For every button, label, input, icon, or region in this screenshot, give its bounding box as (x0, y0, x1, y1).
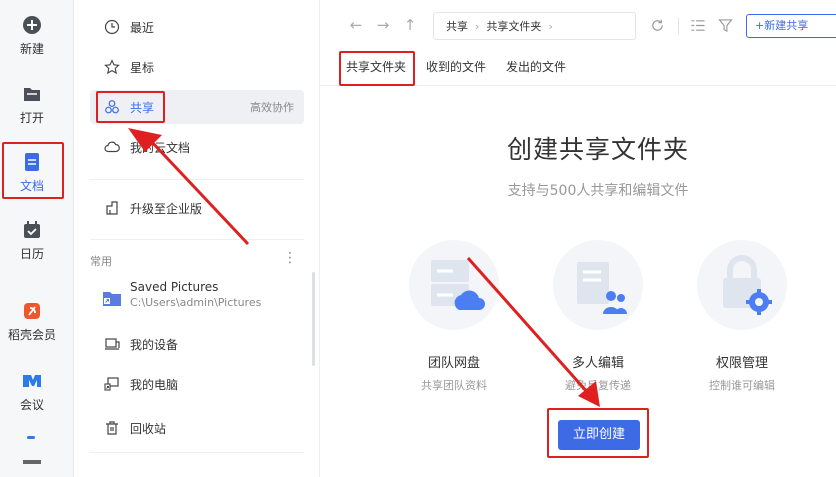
refresh-icon[interactable] (650, 18, 665, 33)
feature-team-drive-desc: 共享团队资料 (421, 379, 487, 392)
breadcrumb[interactable]: 共享 › 共享文件夹 › (433, 12, 636, 40)
rail-meeting-label: 会议 (19, 398, 44, 412)
hero-subtitle: 支持与500人共享和编辑文件 (507, 183, 689, 199)
list-view-icon[interactable] (690, 18, 706, 33)
tab-bar: 共享文件夹 收到的文件 发出的文件 (320, 50, 836, 86)
rail-docs[interactable]: 文档 (0, 151, 64, 194)
plus-circle-icon (23, 16, 41, 34)
multi-edit-illustration (553, 240, 643, 330)
feature-team-drive: 团队网盘 共享团队资料 (404, 240, 504, 393)
filter-icon[interactable] (718, 18, 733, 33)
hero-title: 创建共享文件夹 (506, 135, 689, 164)
document-icon (25, 153, 39, 171)
feature-permissions-title: 权限管理 (715, 356, 768, 371)
share-icon (105, 100, 119, 114)
saved-pictures-path: C:\Users\admin\Pictures (130, 296, 262, 309)
tab-shared-folders[interactable]: 共享文件夹 (346, 58, 406, 75)
nav-item-my-computer[interactable]: 我的电脑 (90, 367, 304, 401)
breadcrumb-root[interactable]: 共享 (446, 18, 468, 34)
new-share-button[interactable]: +新建共享 (746, 14, 836, 38)
trash-icon (106, 421, 118, 435)
nav-item-upgrade[interactable]: 升级至企业版 (90, 191, 304, 225)
section-more-icon[interactable]: ⋮ (283, 250, 297, 266)
section-title-common: 常用 (90, 255, 112, 268)
feature-permissions-desc: 控制谁可编辑 (709, 379, 775, 392)
clock-icon (104, 19, 120, 35)
nav-divider (90, 239, 304, 240)
nav-item-shared-label: 共享 (130, 100, 155, 115)
folder-shortcut-icon (103, 292, 121, 306)
rail-docs-label: 文档 (19, 179, 44, 193)
permissions-illustration (697, 240, 787, 330)
chevron-right-icon: › (475, 19, 480, 33)
nav-item-recent-label: 最近 (130, 20, 155, 35)
rail-grid-icon[interactable] (23, 460, 41, 464)
nav-item-recent[interactable]: 最近 (90, 10, 304, 44)
rail-meeting[interactable]: 会议 (0, 370, 64, 413)
nav-item-starred-label: 星标 (130, 60, 155, 75)
meeting-icon (23, 375, 41, 387)
folder-icon (24, 88, 40, 101)
rail-open-label: 打开 (19, 111, 44, 125)
rail-open[interactable]: 打开 (0, 83, 64, 126)
breadcrumb-current[interactable]: 共享文件夹 (486, 18, 541, 34)
feature-team-drive-title: 团队网盘 (427, 356, 480, 371)
nav-item-cloud-docs-label: 我的云文档 (130, 140, 191, 155)
docer-icon (24, 303, 40, 319)
nav-item-shared-hint: 高效协作 (250, 101, 294, 114)
feature-multi-edit-desc: 避免反复传递 (565, 379, 631, 392)
saved-pictures-title: Saved Pictures (130, 280, 219, 294)
rail-calendar-label: 日历 (19, 247, 44, 261)
device-icon (105, 338, 120, 350)
nav-item-shared[interactable]: 共享 高效协作 (90, 90, 304, 124)
calendar-icon (24, 221, 40, 238)
nav-item-upgrade-label: 升级至企业版 (130, 201, 203, 216)
collaborators-icon (577, 262, 627, 314)
computer-icon (104, 377, 119, 391)
team-drive-illustration (409, 240, 499, 330)
back-icon[interactable]: ← (347, 16, 365, 34)
lock-gear-icon (723, 255, 772, 315)
nav-item-my-computer-label: 我的电脑 (130, 377, 179, 392)
left-rail: 新建 打开 文档 日历 稻壳会员 会议 (0, 0, 74, 477)
toolbar-separator (678, 18, 679, 34)
cloud-icon (104, 141, 120, 153)
create-now-button[interactable]: 立即创建 (558, 420, 640, 450)
building-icon (106, 201, 118, 215)
rail-docer-label: 稻壳会员 (7, 328, 56, 342)
rail-docer[interactable]: 稻壳会员 (0, 300, 64, 343)
nav-item-my-devices-label: 我的设备 (130, 337, 179, 352)
nav-item-recycle-bin[interactable]: 回收站 (90, 411, 304, 445)
toolbar: ← → ↑ 共享 › 共享文件夹 › +新建共享 (320, 10, 836, 42)
nav-item-saved-pictures[interactable]: Saved Pictures C:\Users\admin\Pictures (102, 280, 261, 309)
tab-sent-files[interactable]: 发出的文件 (506, 58, 566, 75)
nav-item-recycle-bin-label: 回收站 (130, 421, 167, 436)
forward-icon[interactable]: → (374, 16, 392, 34)
nav-scrollbar[interactable] (312, 272, 315, 366)
nav-divider (90, 179, 304, 180)
rail-new[interactable]: 新建 (0, 14, 64, 57)
up-icon[interactable]: ↑ (401, 16, 419, 34)
rail-calendar[interactable]: 日历 (0, 219, 64, 262)
nav-item-starred[interactable]: 星标 (90, 50, 304, 84)
server-cloud-icon (431, 260, 485, 310)
tab-received-files[interactable]: 收到的文件 (426, 58, 486, 75)
rail-new-label: 新建 (19, 42, 44, 56)
nav-item-cloud-docs[interactable]: 我的云文档 (90, 130, 304, 164)
nav-item-my-devices[interactable]: 我的设备 (90, 327, 304, 361)
main-area: ← → ↑ 共享 › 共享文件夹 › +新建共享 共享文件夹 收到的文件 发出的… (320, 0, 836, 477)
feature-multi-edit-title: 多人编辑 (571, 356, 624, 371)
star-icon (104, 59, 120, 75)
feature-permissions: 权限管理 控制谁可编辑 (692, 240, 792, 393)
feature-multi-edit: 多人编辑 避免反复传递 (548, 240, 648, 393)
rail-more-icon (27, 436, 35, 439)
chevron-right-icon: › (548, 19, 553, 33)
nav-divider (90, 452, 304, 453)
